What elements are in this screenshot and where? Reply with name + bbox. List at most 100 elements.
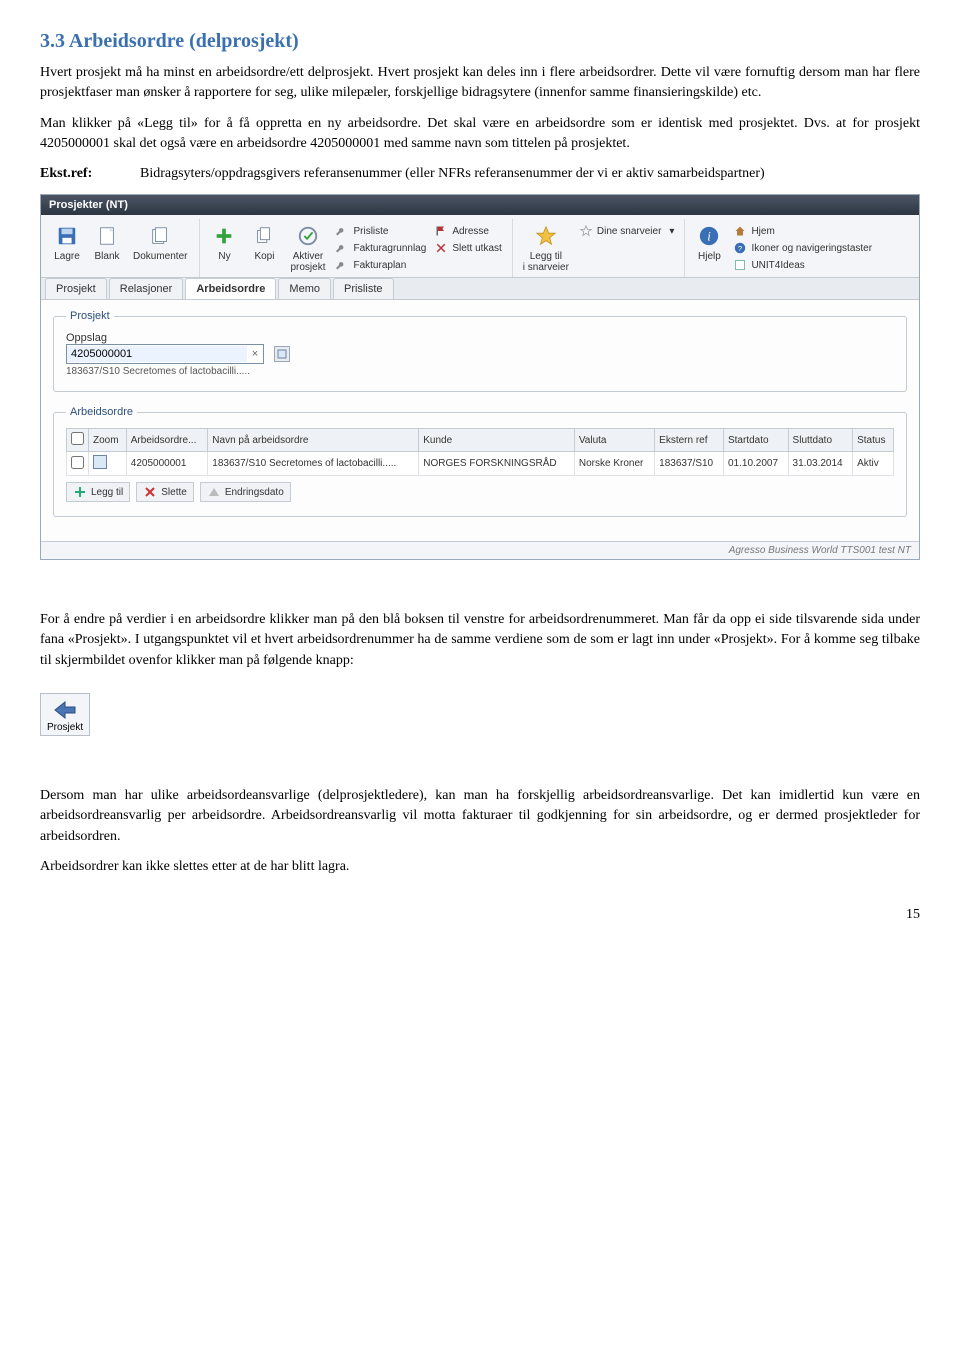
home-icon	[733, 224, 747, 238]
ribbon: Lagre Blank Dokumenter Ny Kopi Akti	[41, 215, 919, 278]
new-button[interactable]: Ny	[206, 221, 242, 264]
oppslag-input[interactable]	[67, 346, 247, 362]
col-arbeidsordre[interactable]: Arbeidsordre...	[126, 429, 208, 452]
header-checkbox[interactable]	[71, 432, 84, 445]
ekst-ref-label: Ekst.ref:	[40, 166, 140, 182]
plus-small-icon	[73, 485, 87, 499]
help-label: Hjelp	[698, 251, 721, 262]
cell-valuta: Norske Kroner	[574, 452, 654, 476]
help-button[interactable]: i Hjelp	[691, 221, 727, 264]
blank-button[interactable]: Blank	[89, 221, 125, 264]
tab-prisliste[interactable]: Prisliste	[333, 278, 394, 299]
arrow-left-icon	[47, 700, 83, 720]
fieldset-arbeidsordre: Arbeidsordre Zoom Arbeidsordre... Navn p…	[53, 406, 907, 517]
row-checkbox[interactable]	[71, 456, 84, 469]
ideas-icon	[733, 258, 747, 272]
oppslag-label: Oppslag	[66, 332, 107, 344]
new-label: Ny	[218, 251, 230, 262]
table-row: 4205000001 183637/S10 Secretomes of lact…	[67, 452, 894, 476]
col-zoom[interactable]: Zoom	[89, 429, 127, 452]
ribbon-small-a: Prisliste Fakturagrunnlag Fakturaplan	[333, 221, 428, 273]
fieldset-prosjekt: Prosjekt Oppslag × 183637/S10 Secretomes…	[53, 310, 907, 392]
svg-text:i: i	[708, 230, 712, 244]
col-status[interactable]: Status	[853, 429, 894, 452]
oppslag-hint: 183637/S10 Secretomes of lactobacilli...…	[66, 366, 894, 377]
section-number: 3.3	[40, 30, 65, 52]
tab-bar: Prosjekt Relasjoner Arbeidsordre Memo Pr…	[41, 278, 919, 300]
blank-page-icon	[94, 223, 120, 249]
slette-button[interactable]: Slette	[136, 482, 194, 502]
col-kunde[interactable]: Kunde	[419, 429, 575, 452]
paragraph-5: Arbeidsordrer kan ikke slettes etter at …	[40, 857, 920, 877]
documents-label: Dokumenter	[133, 251, 187, 262]
cell-ekstern: 183637/S10	[655, 452, 724, 476]
app-window: Prosjekter (NT) Lagre Blank Dokumenter N…	[40, 194, 920, 560]
section-title-text: Arbeidsordre	[69, 30, 184, 52]
cell-navn: 183637/S10 Secretomes of lactobacilli...…	[208, 452, 419, 476]
ribbon-group-new: Ny Kopi Aktiver prosjekt Prisliste Faktu…	[202, 219, 512, 277]
grid-toolbar: Legg til Slette Endringsdato	[66, 482, 894, 502]
slett-utkast-item[interactable]: Slett utkast	[432, 240, 503, 256]
svg-text:?: ?	[738, 244, 742, 253]
save-label: Lagre	[54, 251, 80, 262]
col-checkbox[interactable]	[67, 429, 89, 452]
page-number: 15	[40, 907, 920, 923]
ikoner-item[interactable]: ?Ikoner og navigeringstaster	[731, 240, 874, 256]
lookup-icon[interactable]	[274, 346, 290, 362]
save-button[interactable]: Lagre	[49, 221, 85, 264]
section-heading: 3.3 Arbeidsordre (delprosjekt)	[40, 30, 920, 53]
hjem-item[interactable]: Hjem	[731, 223, 874, 239]
chevron-down-icon: ▾	[669, 226, 674, 237]
documents-button[interactable]: Dokumenter	[129, 221, 191, 264]
prisliste-item[interactable]: Prisliste	[333, 223, 428, 239]
ribbon-small-b: Adresse Slett utkast	[432, 221, 503, 256]
legg-til-button[interactable]: Legg til	[66, 482, 130, 502]
flag-icon	[434, 224, 448, 238]
legg-snarveier-label: Legg til i snarveier	[523, 251, 569, 273]
copy-icon	[251, 223, 277, 249]
statusbar: Agresso Business World TTS001 test NT	[41, 541, 919, 559]
col-ekstern[interactable]: Ekstern ref	[655, 429, 724, 452]
col-valuta[interactable]: Valuta	[574, 429, 654, 452]
cell-status: Aktiv	[853, 452, 894, 476]
tool-icon	[335, 241, 349, 255]
tab-relasjoner[interactable]: Relasjoner	[109, 278, 184, 299]
ribbon-fav-top: Dine snarveier▾	[577, 221, 677, 239]
tool-icon	[335, 224, 349, 238]
x-icon	[434, 241, 448, 255]
info-icon: i	[696, 223, 722, 249]
legg-snarveier-button[interactable]: Legg til i snarveier	[519, 221, 573, 275]
back-button[interactable]: Prosjekt	[40, 693, 90, 736]
tab-prosjekt[interactable]: Prosjekt	[45, 278, 107, 299]
ekst-ref-text: Bidragsyters/oppdragsgivers referansenum…	[140, 166, 920, 182]
activate-button[interactable]: Aktiver prosjekt	[286, 221, 329, 275]
app-titlebar: Prosjekter (NT)	[41, 195, 919, 215]
star-icon	[533, 223, 559, 249]
col-start[interactable]: Startdato	[723, 429, 788, 452]
fakturaplan-item[interactable]: Fakturaplan	[333, 257, 428, 273]
cell-kunde: NORGES FORSKNINGSRÅD	[419, 452, 575, 476]
back-label: Prosjekt	[47, 722, 83, 733]
col-navn[interactable]: Navn på arbeidsordre	[208, 429, 419, 452]
adresse-item[interactable]: Adresse	[432, 223, 503, 239]
zoom-row-icon[interactable]	[93, 455, 107, 469]
legend-prosjekt: Prosjekt	[66, 310, 114, 322]
question-icon: ?	[733, 241, 747, 255]
star-outline-icon	[579, 224, 593, 238]
paragraph-1: Hvert prosjekt må ha minst en arbeidsord…	[40, 63, 920, 104]
tab-arbeidsordre[interactable]: Arbeidsordre	[185, 278, 276, 299]
tab-memo[interactable]: Memo	[278, 278, 331, 299]
clear-icon[interactable]: ×	[247, 348, 263, 360]
unit4-item[interactable]: UNIT4Ideas	[731, 257, 874, 273]
legend-arbeidsordre: Arbeidsordre	[66, 406, 137, 418]
copy-button[interactable]: Kopi	[246, 221, 282, 264]
x-small-icon	[143, 485, 157, 499]
section-paren: (delprosjekt)	[189, 30, 299, 52]
col-slutt[interactable]: Sluttdato	[788, 429, 853, 452]
blank-label: Blank	[94, 251, 119, 262]
tool-icon	[335, 258, 349, 272]
dine-snarveier-item[interactable]: Dine snarveier▾	[577, 223, 677, 239]
triangle-icon	[207, 485, 221, 499]
fakturagrunnlag-item[interactable]: Fakturagrunnlag	[333, 240, 428, 256]
endringsdato-button[interactable]: Endringsdato	[200, 482, 291, 502]
